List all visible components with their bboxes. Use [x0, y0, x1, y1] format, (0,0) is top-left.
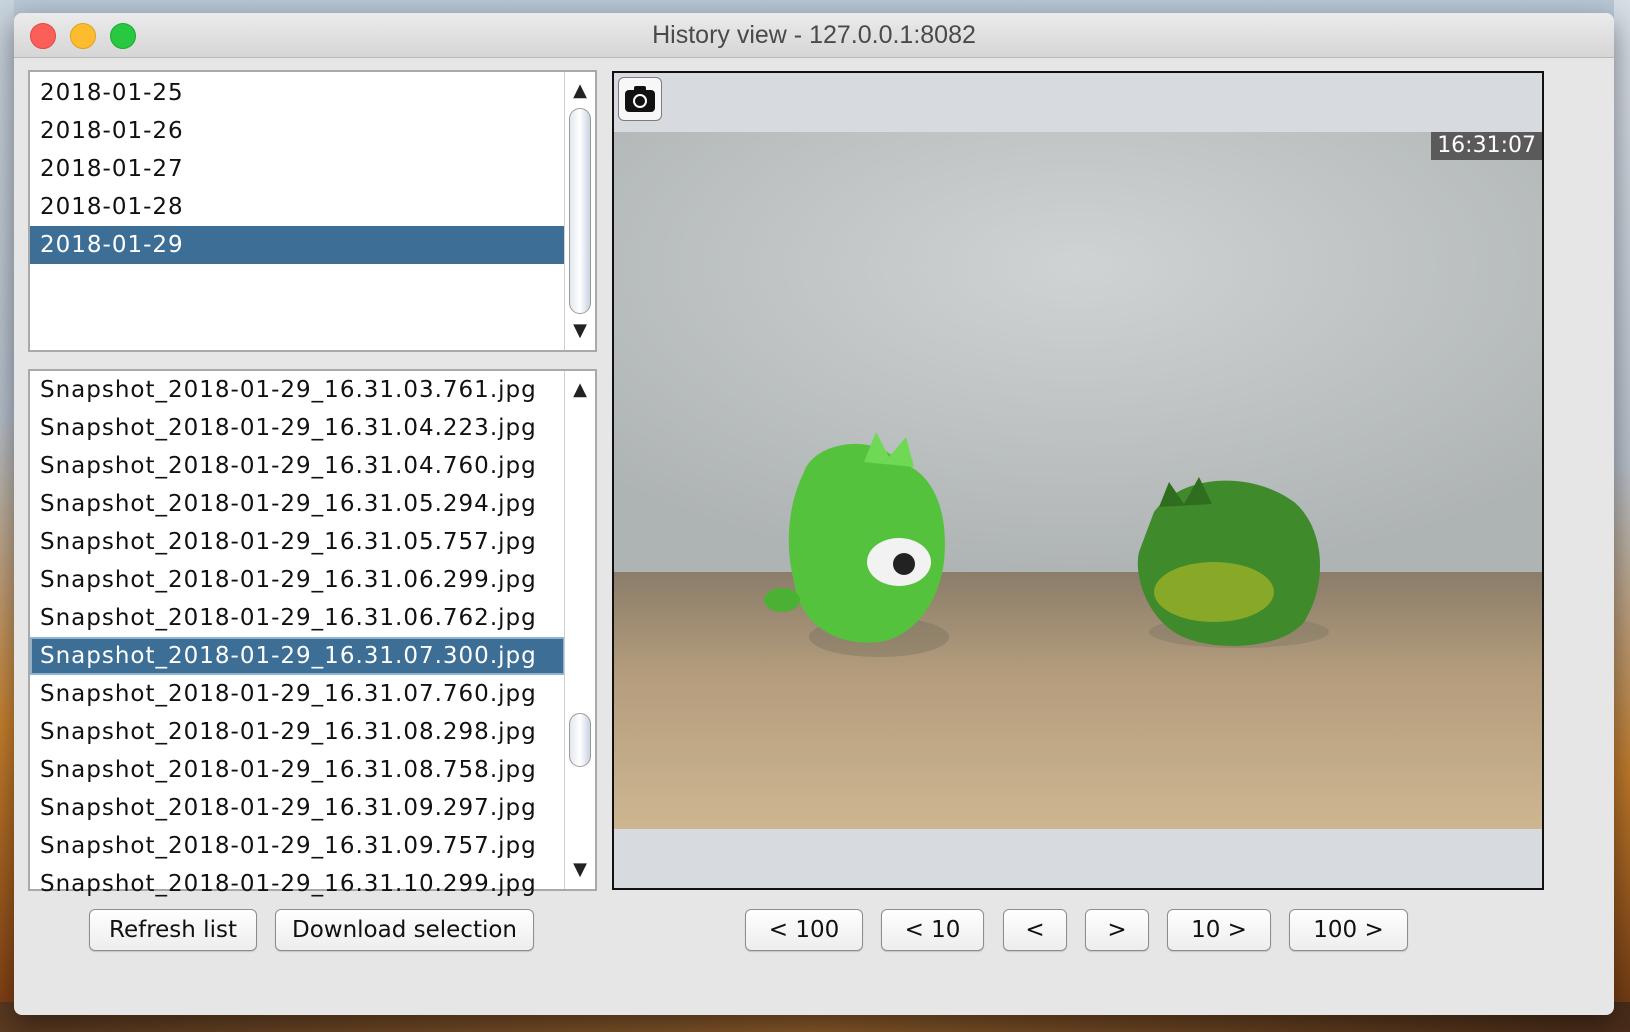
scroll-up-arrow-icon[interactable]: ▲ — [565, 375, 595, 405]
forward-100-button[interactable]: 100 > — [1289, 909, 1408, 951]
snapshot-list-scrollbar[interactable]: ▲ ▼ — [564, 371, 595, 889]
date-list-item[interactable]: 2018-01-25 — [30, 74, 565, 112]
snapshot-list-item[interactable]: Snapshot_2018-01-29_16.31.04.760.jpg — [30, 447, 565, 485]
snapshot-list[interactable]: Snapshot_2018-01-29_16.31.03.761.jpg Snap… — [28, 369, 597, 897]
snapshot-list-item[interactable]: Snapshot_2018-01-29_16.31.05.757.jpg — [30, 523, 565, 561]
scroll-down-arrow-icon[interactable]: ▼ — [565, 316, 595, 346]
camera-icon — [625, 86, 655, 112]
snapshot-list-item[interactable]: Snapshot_2018-01-29_16.31.03.761.jpg — [30, 371, 565, 409]
snapshot-list-item[interactable]: Snapshot_2018-01-29_16.31.05.294.jpg — [30, 485, 565, 523]
date-list-item[interactable]: 2018-01-29 — [30, 226, 565, 264]
date-list-items: 2018-01-25 2018-01-26 2018-01-27 2018-01-28… — [30, 74, 565, 264]
back-100-button[interactable]: < 100 — [745, 909, 863, 951]
date-list-item[interactable]: 2018-01-26 — [30, 112, 565, 150]
date-list-item[interactable]: 2018-01-28 — [30, 188, 565, 226]
timestamp-overlay: 16:31:07 — [1431, 132, 1542, 160]
image-viewer: 16:31:07 — [612, 71, 1544, 890]
scroll-up-arrow-icon[interactable]: ▲ — [565, 76, 595, 106]
snapshot-list-item[interactable]: Snapshot_2018-01-29_16.31.07.300.jpg — [30, 637, 565, 675]
refresh-list-button[interactable]: Refresh list — [89, 909, 257, 951]
snapshot-list-item[interactable]: Snapshot_2018-01-29_16.31.10.299.jpg — [30, 865, 565, 903]
window-title: History view - 127.0.0.1:8082 — [652, 21, 976, 49]
date-list-item[interactable]: 2018-01-27 — [30, 150, 565, 188]
snapshot-image: 16:31:07 — [614, 132, 1542, 829]
snapshot-list-scroll-thumb[interactable] — [569, 713, 591, 767]
snapshot-list-item[interactable]: Snapshot_2018-01-29_16.31.08.758.jpg — [30, 751, 565, 789]
date-list-scroll-thumb[interactable] — [569, 108, 591, 314]
snapshot-list-item[interactable]: Snapshot_2018-01-29_16.31.07.760.jpg — [30, 675, 565, 713]
forward-10-button[interactable]: 10 > — [1167, 909, 1271, 951]
desktop-background-right — [1614, 0, 1630, 1032]
history-window: History view - 127.0.0.1:8082 2018-01-25… — [14, 13, 1614, 1015]
forward-1-button[interactable]: > — [1085, 909, 1149, 951]
back-10-button[interactable]: < 10 — [881, 909, 984, 951]
scroll-down-arrow-icon[interactable]: ▼ — [565, 855, 595, 885]
date-list[interactable]: 2018-01-25 2018-01-26 2018-01-27 2018-01-28… — [28, 70, 597, 352]
camera-button[interactable] — [618, 77, 662, 121]
snapshot-list-item[interactable]: Snapshot_2018-01-29_16.31.04.223.jpg — [30, 409, 565, 447]
desktop-background-left — [0, 0, 14, 1032]
back-1-button[interactable]: < — [1003, 909, 1067, 951]
snapshot-list-items: Snapshot_2018-01-29_16.31.03.761.jpg Snap… — [30, 371, 565, 903]
date-list-scrollbar[interactable]: ▲ ▼ — [564, 72, 595, 350]
download-selection-button[interactable]: Download selection — [275, 909, 534, 951]
snapshot-list-item[interactable]: Snapshot_2018-01-29_16.31.09.297.jpg — [30, 789, 565, 827]
title-bar: History view - 127.0.0.1:8082 — [14, 13, 1614, 58]
snapshot-scene — [614, 132, 1542, 829]
snapshot-list-item[interactable]: Snapshot_2018-01-29_16.31.09.757.jpg — [30, 827, 565, 865]
snapshot-list-item[interactable]: Snapshot_2018-01-29_16.31.06.762.jpg — [30, 599, 565, 637]
snapshot-list-item[interactable]: Snapshot_2018-01-29_16.31.08.298.jpg — [30, 713, 565, 751]
snapshot-list-item[interactable]: Snapshot_2018-01-29_16.31.06.299.jpg — [30, 561, 565, 599]
